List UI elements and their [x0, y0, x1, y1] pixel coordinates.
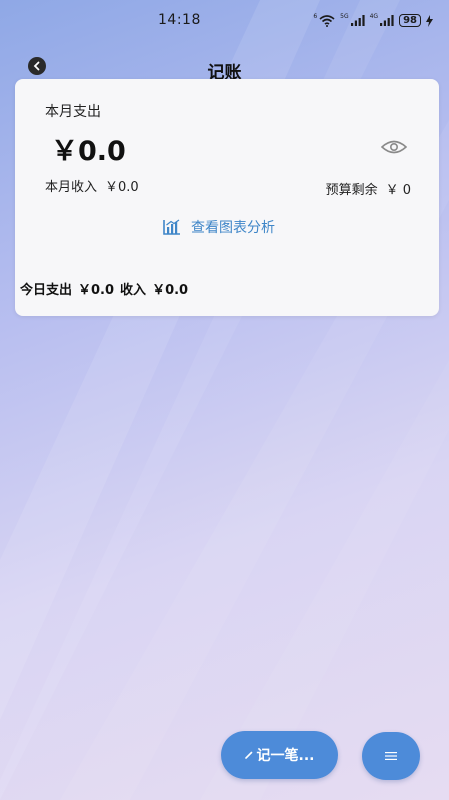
eye-icon[interactable]	[381, 139, 407, 155]
signal-5g-label: 5G	[340, 13, 349, 20]
wifi-label: 6	[313, 13, 318, 20]
chart-analysis-link[interactable]: 查看图表分析	[163, 217, 275, 237]
budget-remaining: 预算剩余 ￥ 0	[326, 179, 411, 198]
summary-card: 本月支出 ￥0.0 本月收入 ￥0.0 预算剩余 ￥ 0 查看图表分析 今日支出 ￥0…	[15, 79, 439, 316]
charging-bolt-icon	[426, 14, 433, 27]
budget-remaining-amount: ￥ 0	[385, 183, 411, 198]
status-icons: 6 5G 4G 98	[313, 13, 433, 27]
add-record-button[interactable]: 记一笔...	[221, 731, 338, 779]
month-expense-label: 本月支出	[45, 104, 101, 120]
wifi-icon	[319, 14, 335, 27]
month-income: 本月收入 ￥0.0	[45, 176, 139, 195]
status-time: 14:18	[158, 12, 201, 28]
menu-icon	[385, 752, 397, 760]
pen-icon	[244, 751, 252, 759]
cell-signal-icon	[350, 15, 365, 26]
bar-chart-icon	[163, 219, 180, 235]
budget-remaining-label: 预算剩余	[325, 183, 378, 198]
month-expense-amount: ￥0.0	[51, 136, 126, 167]
today-income-amount: ￥0.0	[152, 283, 189, 298]
today-expense-amount: ￥0.0	[78, 283, 115, 298]
add-record-label: 记一笔...	[256, 748, 315, 764]
month-income-amount: ￥0.0	[105, 180, 139, 195]
month-income-label: 本月收入	[45, 180, 98, 195]
cell-signal-icon	[380, 15, 394, 26]
today-expense-label: 今日支出	[20, 283, 73, 298]
menu-button[interactable]	[362, 732, 420, 780]
status-bar: 14:18 6 5G 4G 98	[0, 0, 449, 44]
today-summary: 今日支出 ￥0.0 收入 ￥0.0	[20, 279, 194, 298]
today-income-label: 收入	[120, 283, 147, 298]
signal-4g-label: 4G	[369, 13, 379, 20]
battery-indicator: 98	[399, 14, 421, 27]
chart-link-label: 查看图表分析	[191, 220, 275, 236]
